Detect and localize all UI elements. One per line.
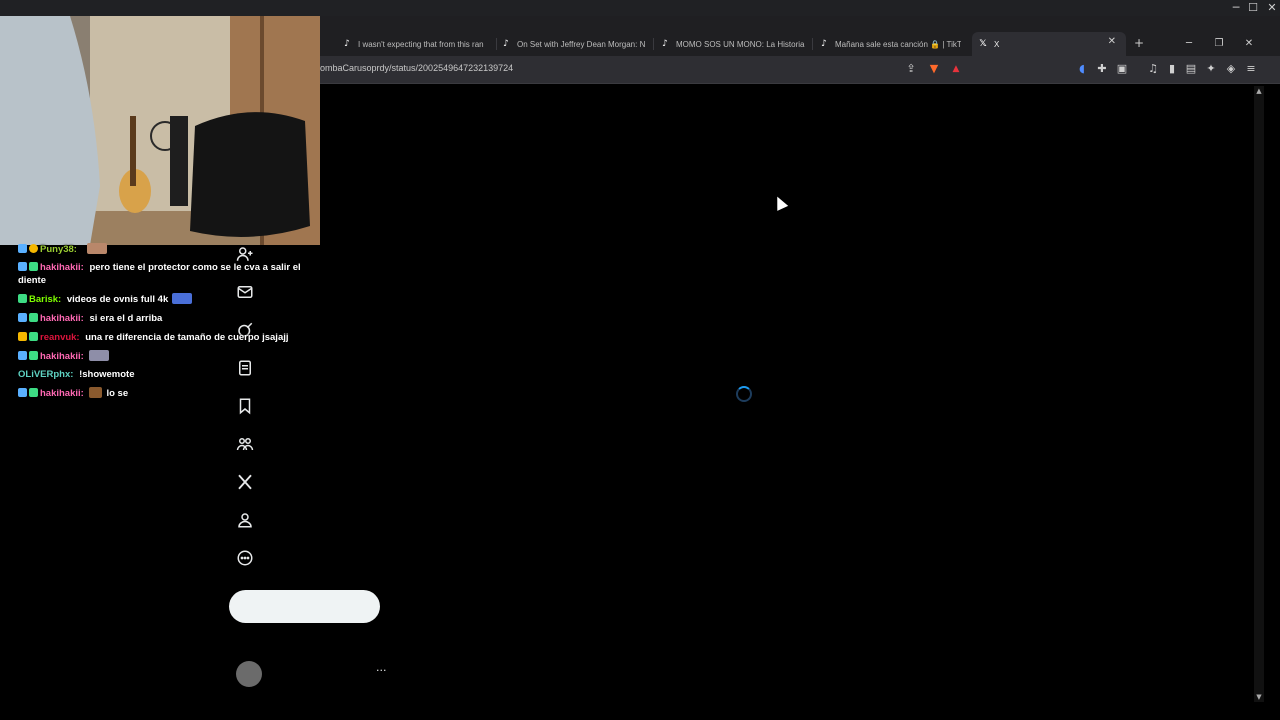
chat-text: !showemote [79, 369, 135, 380]
tiktok-icon: ♪ [662, 39, 668, 49]
emote-icon [86, 243, 107, 254]
maximize-button[interactable]: ☐ [1243, 0, 1263, 16]
screenshot-icon[interactable]: ▣ [1115, 62, 1129, 76]
more-icon[interactable] [236, 549, 254, 567]
webcam-overlay [0, 16, 320, 245]
chat-text: pero tiene el protector como se le cva a… [89, 262, 301, 273]
badge-icon [18, 388, 27, 397]
stream-window-titlebar: ─ ☐ ✕ [0, 0, 1280, 16]
chat-text: una re diferencia de tamaño de cuerpo js… [85, 332, 289, 343]
chat-username[interactable]: hakihakii: [40, 262, 86, 273]
tab-separator [496, 38, 497, 50]
chat-username[interactable]: hakihakii: [40, 388, 86, 399]
share-icon[interactable]: ⇪ [904, 62, 918, 76]
x-icon: 𝕏 [979, 39, 987, 49]
premium-x-icon[interactable] [236, 473, 254, 491]
badge-icon [29, 262, 38, 271]
tab[interactable]: ♪ Mañana sale esta canción 🔒 | TikTo [819, 35, 961, 53]
media-icon[interactable]: ♫ [1146, 62, 1160, 76]
tab-close-icon[interactable]: ✕ [1108, 36, 1116, 47]
chat-username[interactable]: Barisk: [29, 294, 64, 305]
window-close-button[interactable]: ✕ [1239, 36, 1259, 52]
badge-icon [18, 244, 27, 253]
badge-icon [29, 244, 38, 253]
lists-icon[interactable] [236, 359, 254, 377]
tiktok-icon: ♪ [503, 39, 509, 49]
chat-message-continuation: diente [18, 275, 46, 286]
chat-username[interactable]: OLiVERphx: [18, 369, 76, 380]
messages-icon[interactable] [236, 283, 254, 301]
badge-icon [18, 262, 27, 271]
badge-icon [18, 313, 27, 322]
chat-username[interactable]: hakihakii: [40, 313, 86, 324]
communities-icon[interactable] [236, 435, 254, 453]
sidebar-icon[interactable]: ▮ [1165, 62, 1179, 76]
scroll-down-icon[interactable]: ▼ [1254, 692, 1264, 702]
emote-icon [89, 350, 110, 361]
chat-message: hakihakii: pero tiene el protector como … [18, 261, 301, 274]
chat-message: hakihakii: lo se [18, 387, 128, 400]
chat-username[interactable]: Puny38: [40, 244, 80, 255]
tabstrip-top [320, 16, 1280, 32]
url-text[interactable]: ombaCarusoprdy/status/200254964723213972… [320, 63, 513, 73]
brave-rewards-icon[interactable]: ▲ [949, 62, 963, 76]
badge-icon [29, 388, 38, 397]
browser-window: ♪ I wasn't expecting that from this ran … [320, 16, 1280, 720]
wallet-icon[interactable]: ▤ [1184, 62, 1198, 76]
tiktok-icon: ♪ [344, 39, 350, 49]
chat-message: hakihakii: si era el d arriba [18, 312, 162, 325]
window-restore-button[interactable]: ❐ [1209, 36, 1229, 52]
loading-spinner [736, 386, 752, 402]
tiktok-icon: ♪ [821, 39, 827, 49]
extensions-icon[interactable]: ✚ [1095, 62, 1109, 76]
close-button[interactable]: ✕ [1262, 0, 1280, 16]
scroll-up-icon[interactable]: ▲ [1254, 86, 1264, 96]
audio-icon[interactable]: ◖ [1075, 62, 1089, 76]
tab[interactable]: ♪ On Set with Jeffrey Dean Morgan: N [501, 35, 646, 53]
badge-icon [18, 332, 27, 341]
scrollbar[interactable]: ▲ ▼ [1254, 86, 1264, 702]
chat-message: Barisk: videos de ovnis full 4k [18, 293, 193, 306]
emote-icon [172, 293, 193, 304]
leo-icon[interactable]: ✦ [1204, 62, 1218, 76]
chat-text: si era el d arriba [89, 313, 163, 324]
tab[interactable]: ♪ I wasn't expecting that from this ran [342, 35, 492, 53]
new-tab-button[interactable]: + [1129, 35, 1149, 51]
chat-message: reanvuk: una re diferencia de tamaño de … [18, 331, 289, 344]
tab[interactable]: ♪ MOMO SOS UN MONO: La Historia [660, 35, 805, 53]
tab-active[interactable]: 𝕏 X ✕ [972, 32, 1126, 56]
chat-username[interactable]: hakihakii: [40, 351, 86, 362]
badge-icon [18, 351, 27, 360]
tab-title: On Set with Jeffrey Dean Morgan: N [517, 39, 646, 49]
profile-icon[interactable] [236, 511, 254, 529]
badge-icon [29, 313, 38, 322]
chat-text: lo se [106, 388, 129, 399]
webcam-image [0, 16, 320, 245]
mouse-cursor-icon [771, 194, 789, 211]
badge-icon [29, 351, 38, 360]
chat-username[interactable]: reanvuk: [40, 332, 82, 343]
tab-title: MOMO SOS UN MONO: La Historia [676, 39, 805, 49]
brave-shield-icon[interactable]: ▼ [927, 62, 941, 76]
address-bar: ombaCarusoprdy/status/200254964723213972… [320, 56, 1280, 84]
chat-message: Puny38: [18, 243, 107, 256]
tab-title: X [994, 39, 1000, 49]
emote-icon [89, 387, 103, 398]
tab-separator [812, 38, 813, 50]
bookmarks-icon[interactable] [236, 397, 254, 415]
badge-icon [29, 332, 38, 341]
avatar[interactable] [236, 661, 262, 687]
window-minimize-button[interactable]: ─ [1179, 36, 1199, 52]
chat-message: OLiVERphx: !showemote [18, 368, 135, 381]
menu-icon[interactable]: ≡ [1244, 62, 1258, 76]
tab-title: I wasn't expecting that from this ran [358, 39, 484, 49]
post-button[interactable] [229, 590, 380, 623]
chat-text: videos de ovnis full 4k [66, 294, 169, 305]
badge-icon [18, 294, 27, 303]
chat-message: hakihakii: [18, 350, 110, 363]
account-menu-dots-icon[interactable]: ··· [376, 664, 387, 677]
tab-separator [653, 38, 654, 50]
tab-title: Mañana sale esta canción 🔒 | TikTo [835, 39, 961, 49]
vpn-icon[interactable]: ◈ [1224, 62, 1238, 76]
